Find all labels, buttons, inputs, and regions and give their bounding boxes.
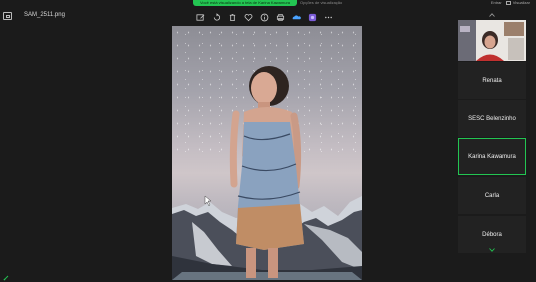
screen-share-banner: Você está visualizando a tela de Karina … (193, 0, 297, 6)
participant-tile-carla[interactable]: Carla (458, 177, 526, 214)
photo-scene (172, 66, 362, 280)
onedrive-icon[interactable] (292, 13, 301, 22)
displayed-photo (172, 26, 362, 280)
rotate-icon[interactable] (212, 12, 221, 22)
view-options-button[interactable]: Opções de visualização (300, 0, 342, 6)
participant-name: Débora (482, 231, 502, 238)
file-name: SAM_2511.png (24, 12, 65, 18)
self-video-tile[interactable] (458, 20, 526, 61)
view-button[interactable]: Visualizar (505, 0, 530, 6)
top-right-controls: Entrar Visualizar (491, 0, 530, 6)
image-toolbar (196, 10, 333, 24)
photos-app-icon[interactable] (3, 12, 12, 20)
info-icon[interactable] (260, 13, 269, 22)
video-feed (458, 20, 526, 61)
participant-name: Karina Kawamura (468, 153, 516, 160)
participant-tile-renata[interactable]: Renata (458, 62, 526, 99)
participant-tile-karina-kawamura[interactable]: Karina Kawamura (458, 138, 526, 175)
participant-name: SESC Belenzinho (468, 115, 516, 122)
view-button-label: Visualizar (512, 0, 530, 5)
panel-scroll-down-icon[interactable] (489, 248, 495, 252)
favorite-icon[interactable] (244, 13, 253, 22)
clipchamp-icon[interactable] (308, 13, 317, 22)
participant-name: Renata (482, 77, 502, 84)
participant-tile-sesc-belenzinho[interactable]: SESC Belenzinho (458, 100, 526, 137)
participant-name: Carla (484, 192, 500, 199)
enter-button[interactable]: Entrar (491, 0, 502, 6)
edit-image-icon[interactable] (196, 13, 205, 22)
grid-view-icon (505, 1, 511, 5)
connection-status-icon[interactable] (3, 275, 9, 281)
more-icon[interactable] (324, 13, 333, 22)
panel-scroll-up-icon[interactable] (489, 13, 495, 17)
delete-icon[interactable] (228, 13, 237, 22)
print-icon[interactable] (276, 13, 285, 22)
